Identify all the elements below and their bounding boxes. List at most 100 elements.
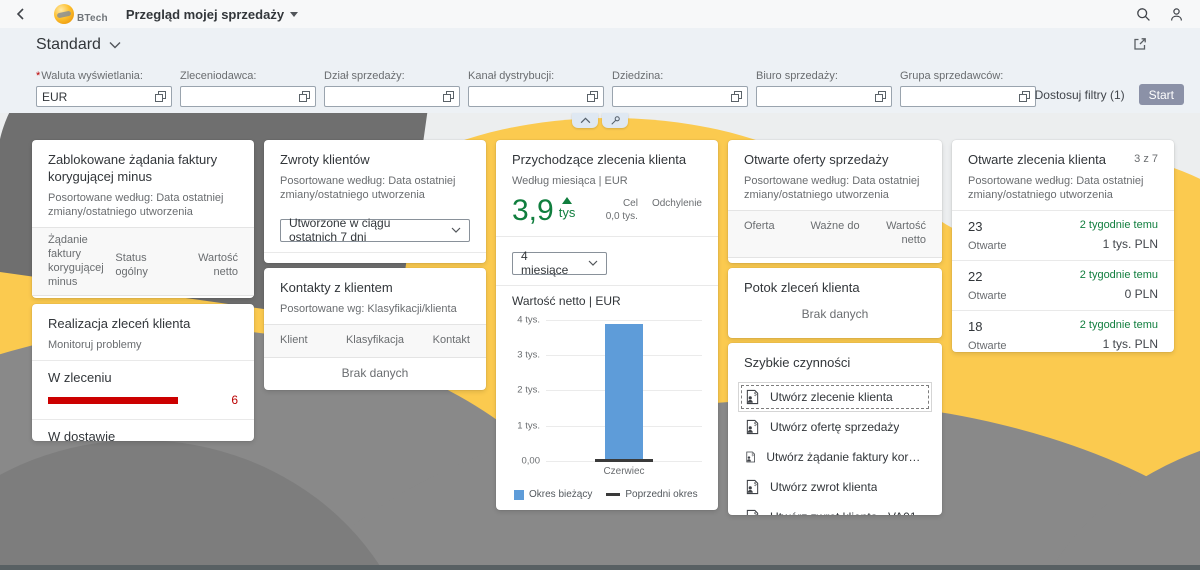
order-status: Otwarte [968,240,1007,252]
quick-action-create-customer-return[interactable]: $ Utwórz zwrot klienta [738,472,932,502]
column-header: Kontakt [407,334,470,348]
filter-field-sales-group: Grupa sprzedawców: [900,70,1036,107]
filter-label: Kanał dystrybucji: [468,70,604,82]
card-header[interactable]: Zwroty klientów Posortowane według: Data… [264,140,486,210]
table-header-row: Oferta Ważne do Wartość netto [728,210,942,258]
card-header[interactable]: Kontakty z klientem Posortowane wg: Klas… [264,268,486,324]
target-label: Cel [606,198,638,209]
pin-icon [610,115,621,126]
card-customer-contacts: Kontakty z klientem Posortowane wg: Klas… [264,268,486,390]
quick-action-create-customer-return-va01[interactable]: $ Utwórz zwrot klienta - VA01 [738,502,932,515]
filter-fields: *Waluta wyświetlania: EUR Zleceniodawca:… [36,70,1036,107]
filter-label: Grupa sprzedawców: [900,70,1036,82]
card-header[interactable]: Otwarte zlecenia klienta 3 z 7 Posortowa… [952,140,1174,210]
value-help-icon[interactable] [587,91,598,102]
card-header[interactable]: Przychodzące zlecenia klienta Według mie… [496,140,718,194]
card-blocked-credit-memo-requests: Zablokowane żądania faktury korygującej … [32,140,254,298]
value-help-icon[interactable] [1019,91,1030,102]
deviation-value [652,211,702,222]
search-button[interactable] [1136,7,1151,22]
chart-legend: Okres bieżący Poprzedni okres [514,489,702,500]
value-help-icon[interactable] [875,91,886,102]
card-header[interactable]: Potok zleceń klienta [728,268,942,301]
quick-action-create-sales-order[interactable]: $ Utwórz zlecenie klienta [738,382,932,412]
sales-order-list-item[interactable]: 22 Otwarte 2 tygodnie temu 0 PLN [952,260,1174,310]
sales-office-input[interactable] [756,86,892,107]
quick-action-label: Utwórz zwrot klienta [770,480,877,494]
svg-text:$: $ [753,421,757,427]
sales-order-list-item[interactable]: 23 Otwarte 2 tygodnie temu 1 tys. PLN [952,210,1174,260]
card-quick-actions: Szybkie czynności $ Utwórz zlecenie klie… [728,343,942,515]
company-logo[interactable]: BTech [54,4,108,24]
card-header[interactable]: Realizacja zleceń klienta Monitoruj prob… [32,304,254,360]
title-caret-icon [290,12,298,17]
card-subtitle: Monitoruj problemy [48,338,238,352]
sales-organization-input[interactable] [324,86,460,107]
fulfillment-item-in-order[interactable]: W zleceniu 6 [32,360,254,419]
item-label: W zleceniu [48,370,238,385]
division-input[interactable] [612,86,748,107]
sales-order-list-item[interactable]: 18 Otwarte 2 tygodnie temu 1 tys. PLN [952,310,1174,352]
card-title: Zablokowane żądania faktury korygującej … [48,152,238,186]
column-header: Klasyfikacja [343,334,406,348]
filter-field-sales-office: Biuro sprzedaży: [756,70,892,107]
value-help-icon[interactable] [155,91,166,102]
value-help-icon[interactable] [299,91,310,102]
no-data-text: Brak danych [264,358,486,390]
quick-action-create-credit-memo-request[interactable]: $ Utwórz żądanie faktury korygującej m..… [738,442,932,472]
order-amount: 1 tys. PLN [1103,237,1158,251]
back-button[interactable] [14,7,28,21]
fulfillment-item-in-delivery[interactable]: W dostawie 3 [32,419,254,441]
variant-label: Standard [36,36,101,54]
user-profile-button[interactable] [1169,7,1184,22]
distribution-channel-input[interactable] [468,86,604,107]
column-header: Klient [280,334,343,348]
legend-line-previous [606,493,620,496]
display-currency-input[interactable]: EUR [36,86,172,107]
filter-label: Biuro sprzedaży: [756,70,892,82]
card-header[interactable]: Otwarte oferty sprzedaży Posortowane wed… [728,140,942,210]
sales-overview-app: BTech Przegląd mojej sprzedaży Standard … [0,0,1200,570]
no-data-text: Brak danych [32,296,254,298]
sales-document-icon: $ [745,389,760,405]
card-customer-returns: Zwroty klientów Posortowane według: Data… [264,140,486,263]
filter-label: Dziedzina: [612,70,748,82]
pin-header-button[interactable] [602,113,628,128]
card-header[interactable]: Szybkie czynności [728,343,942,378]
card-header[interactable]: Zablokowane żądania faktury korygującej … [32,140,254,227]
filter-label: Waluta wyświetlania: [41,70,143,82]
target-value: 0,0 tys. [606,211,638,222]
card-counter: 3 z 7 [1126,152,1158,169]
legend-label: Okres bieżący [529,489,592,500]
table-header-row: Klient Klasyfikacja Kontakt [264,324,486,358]
value-help-icon[interactable] [731,91,742,102]
go-button[interactable]: Start [1139,84,1184,105]
card-subtitle: Posortowane według: Data ostatniej zmian… [280,174,470,203]
column-header: Ważne do [805,220,866,248]
select-value: Utworzone w ciągu ostatnich 7 dni [289,216,441,244]
card-title: Otwarte oferty sprzedaży [744,152,926,169]
chart-title: Wartość netto | EUR [512,294,702,308]
card-subtitle: Posortowane według: Data ostatniej zmian… [968,174,1158,203]
sales-group-input[interactable] [900,86,1036,107]
variant-selector[interactable]: Standard [36,36,121,54]
adapt-filters-link[interactable]: Dostosuj filtry (1) [1035,88,1125,102]
collapse-header-button[interactable] [572,113,598,128]
value-help-icon[interactable] [443,91,454,102]
order-id: 23 [968,219,1007,234]
logo-text: BTech [77,13,108,24]
period-select[interactable]: 4 miesiące [512,252,607,275]
card-title: Kontakty z klientem [280,280,470,297]
order-amount: 0 PLN [1125,287,1158,301]
page-title-menu[interactable]: Przegląd mojej sprzedaży [126,7,298,22]
returns-range-select[interactable]: Utworzone w ciągu ostatnich 7 dni [280,219,470,242]
card-title: Przychodzące zlecenia klienta [512,152,702,169]
card-open-sales-orders: Otwarte zlecenia klienta 3 z 7 Posortowa… [952,140,1174,352]
kpi-header: 3,9 tys Cel Odchylenie 0,0 tys. [496,194,718,236]
share-button[interactable] [1132,36,1148,52]
sold-to-party-input[interactable] [180,86,316,107]
svg-text:$: $ [753,481,757,487]
chart-x-tick-label: Czerwiec [546,466,702,477]
quick-actions-list: $ Utwórz zlecenie klienta $ Utwórz ofert… [728,378,942,515]
quick-action-create-sales-quotation[interactable]: $ Utwórz ofertę sprzedaży [738,412,932,442]
